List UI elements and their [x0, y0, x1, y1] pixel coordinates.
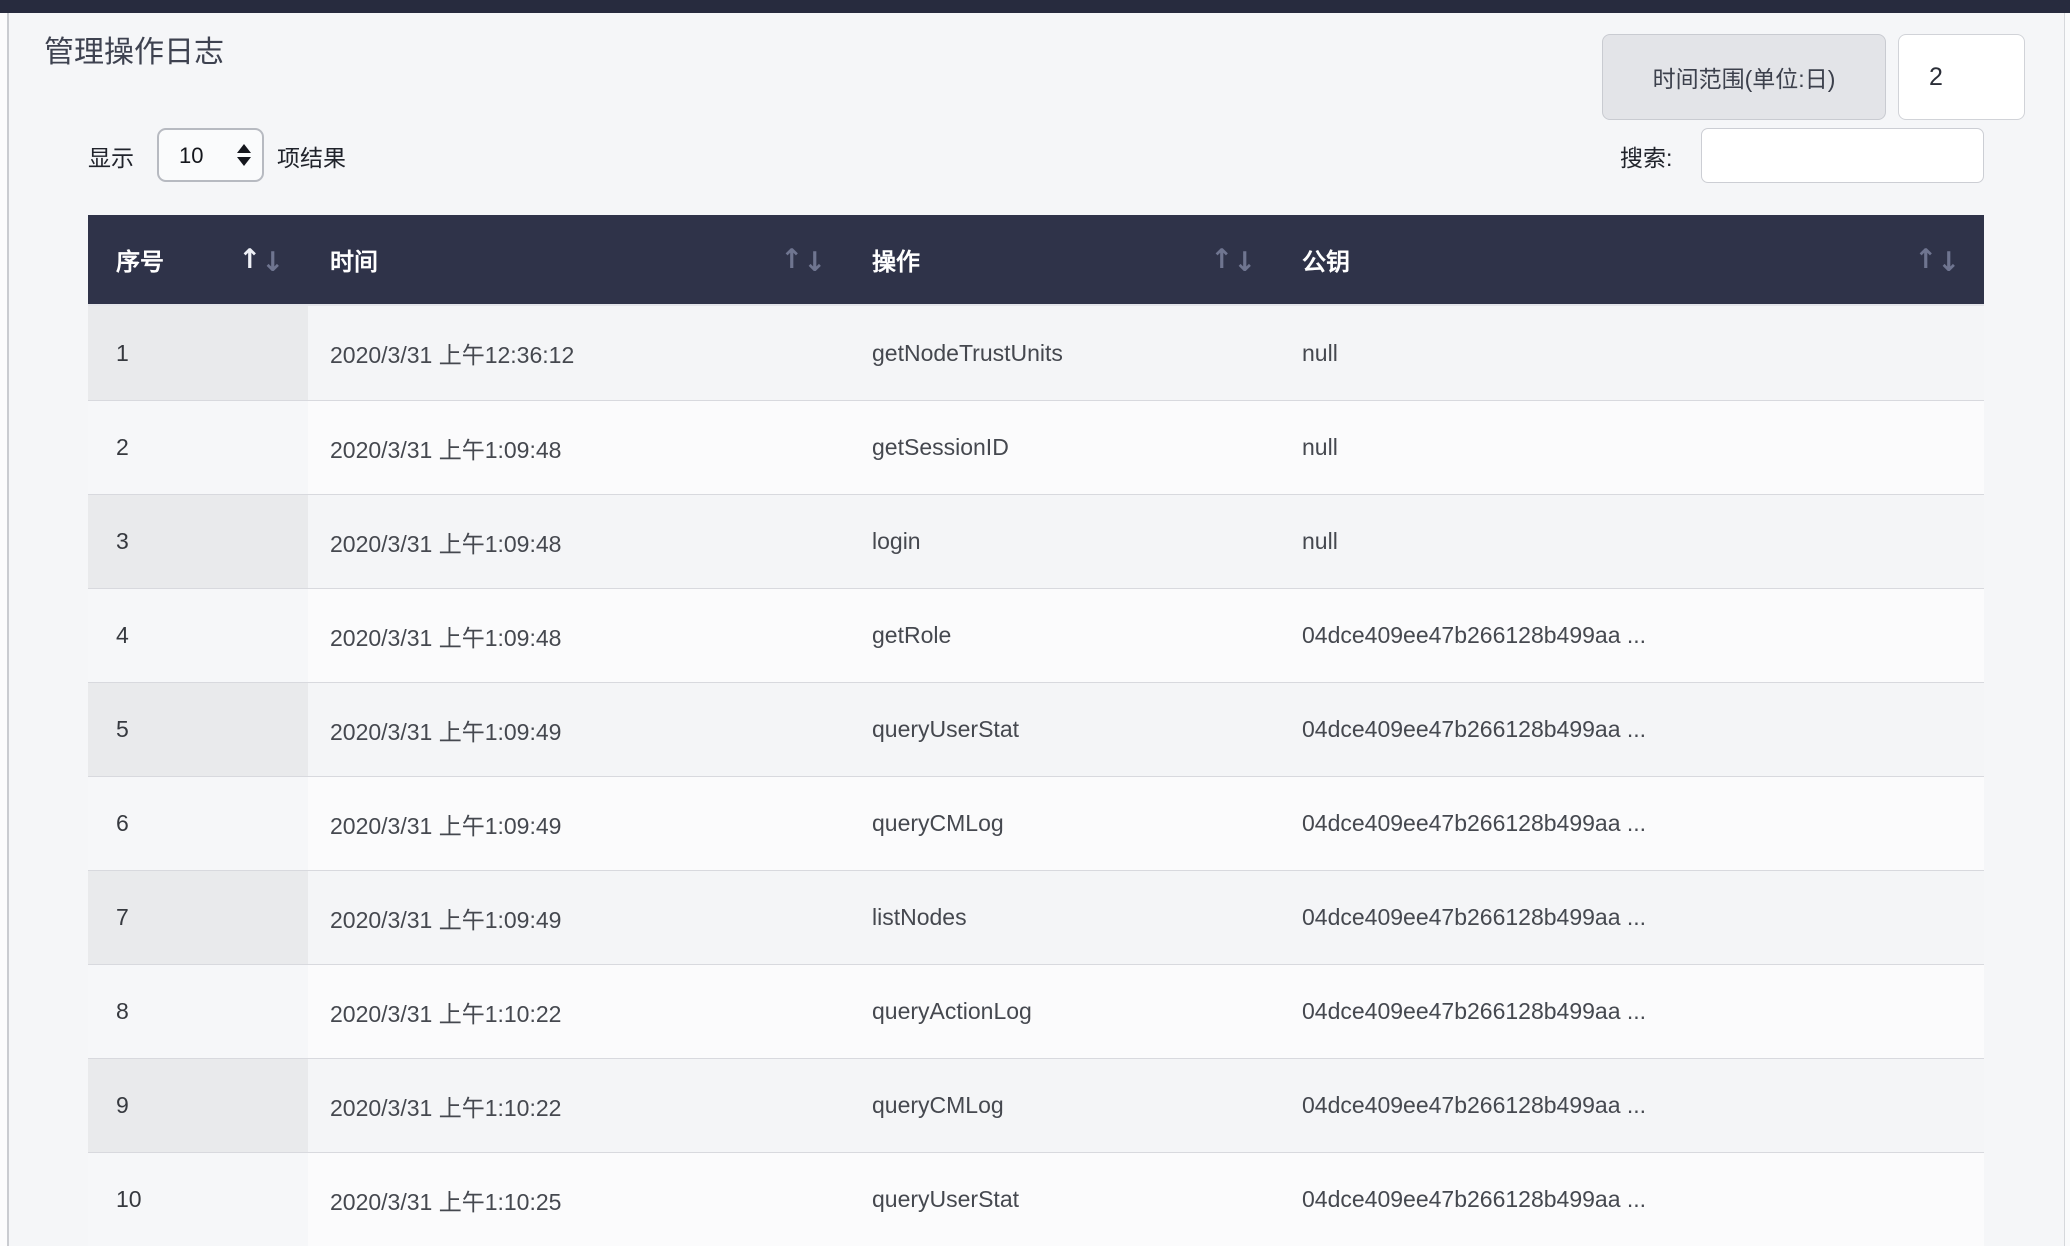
table-row: 4 2020/3/31 上午1:09:48 getRole 04dce409ee…: [88, 588, 1984, 682]
table-header-row: 序号 ↑ ↓ 时间 ↑ ↓ 操作 ↑ ↓ 公钥 ↑ ↓: [88, 215, 1984, 306]
table-row: 6 2020/3/31 上午1:09:49 queryCMLog 04dce40…: [88, 776, 1984, 870]
table-row: 2 2020/3/31 上午1:09:48 getSessionID null: [88, 400, 1984, 494]
cell-public-key: 04dce409ee47b266128b499aa ...: [1280, 965, 1984, 1058]
cell-index: 1: [88, 306, 308, 400]
time-range-input[interactable]: [1898, 34, 2025, 120]
sort-up-arrow-icon: ↑: [238, 246, 261, 273]
operation-log-table: 序号 ↑ ↓ 时间 ↑ ↓ 操作 ↑ ↓ 公钥 ↑ ↓ 1 2020/3/31 …: [88, 215, 1984, 1246]
cell-time: 2020/3/31 上午1:09:48: [308, 495, 850, 588]
sort-down-arrow-icon: ↓: [803, 249, 826, 276]
column-header-public-key[interactable]: 公钥 ↑ ↓: [1280, 215, 1984, 304]
table-body: 1 2020/3/31 上午12:36:12 getNodeTrustUnits…: [88, 306, 1984, 1246]
cell-time: 2020/3/31 上午1:09:49: [308, 871, 850, 964]
cell-index: 7: [88, 871, 308, 964]
sort-icon: ↑ ↓: [1210, 246, 1256, 273]
cell-operation: getNodeTrustUnits: [850, 306, 1280, 400]
cell-public-key: 04dce409ee47b266128b499aa ...: [1280, 1059, 1984, 1152]
cell-operation: listNodes: [850, 871, 1280, 964]
cell-index: 2: [88, 401, 308, 494]
table-row: 3 2020/3/31 上午1:09:48 login null: [88, 494, 1984, 588]
cell-public-key: 04dce409ee47b266128b499aa ...: [1280, 777, 1984, 870]
cell-operation: login: [850, 495, 1280, 588]
cell-index: 5: [88, 683, 308, 776]
cell-public-key: 04dce409ee47b266128b499aa ...: [1280, 871, 1984, 964]
cell-public-key: null: [1280, 495, 1984, 588]
search-input[interactable]: [1701, 128, 1984, 183]
column-header-label: 操作: [872, 242, 920, 277]
sort-icon: ↑ ↓: [1914, 246, 1960, 273]
cell-index: 10: [88, 1153, 308, 1246]
column-header-index[interactable]: 序号 ↑ ↓: [88, 215, 308, 304]
cell-index: 8: [88, 965, 308, 1058]
table-row: 1 2020/3/31 上午12:36:12 getNodeTrustUnits…: [88, 306, 1984, 400]
cell-time: 2020/3/31 上午1:10:22: [308, 1059, 850, 1152]
cell-operation: getSessionID: [850, 401, 1280, 494]
time-range-label: 时间范围(单位:日): [1602, 34, 1886, 120]
cell-operation: queryCMLog: [850, 777, 1280, 870]
page-title: 管理操作日志: [44, 27, 224, 71]
cell-time: 2020/3/31 上午1:10:25: [308, 1153, 850, 1246]
table-row: 7 2020/3/31 上午1:09:49 listNodes 04dce409…: [88, 870, 1984, 964]
right-page-gutter: [2064, 13, 2070, 1246]
cell-public-key: 04dce409ee47b266128b499aa ...: [1280, 1153, 1984, 1246]
cell-public-key: 04dce409ee47b266128b499aa ...: [1280, 589, 1984, 682]
sort-up-arrow-icon: ↑: [780, 246, 803, 273]
cell-operation: queryCMLog: [850, 1059, 1280, 1152]
cell-index: 6: [88, 777, 308, 870]
sort-up-arrow-icon: ↑: [1914, 246, 1937, 273]
column-header-label: 公钥: [1302, 242, 1350, 277]
sort-icon: ↑ ↓: [238, 246, 284, 273]
cell-time: 2020/3/31 上午12:36:12: [308, 306, 850, 400]
cell-operation: queryActionLog: [850, 965, 1280, 1058]
sort-down-arrow-icon: ↓: [1233, 249, 1256, 276]
cell-index: 4: [88, 589, 308, 682]
sort-icon: ↑ ↓: [780, 246, 826, 273]
sort-down-arrow-icon: ↓: [1937, 249, 1960, 276]
sort-down-arrow-icon: ↓: [261, 249, 284, 276]
column-header-operation[interactable]: 操作 ↑ ↓: [850, 215, 1280, 304]
cell-time: 2020/3/31 上午1:10:22: [308, 965, 850, 1058]
cell-public-key: 04dce409ee47b266128b499aa ...: [1280, 683, 1984, 776]
table-row: 10 2020/3/31 上午1:10:25 queryUserStat 04d…: [88, 1152, 1984, 1246]
top-navigation-bar: [0, 0, 2070, 13]
cell-operation: queryUserStat: [850, 683, 1280, 776]
cell-time: 2020/3/31 上午1:09:48: [308, 589, 850, 682]
cell-operation: queryUserStat: [850, 1153, 1280, 1246]
page-size-select[interactable]: 10: [157, 128, 264, 182]
cell-time: 2020/3/31 上午1:09:48: [308, 401, 850, 494]
cell-public-key: null: [1280, 401, 1984, 494]
table-row: 5 2020/3/31 上午1:09:49 queryUserStat 04dc…: [88, 682, 1984, 776]
cell-time: 2020/3/31 上午1:09:49: [308, 683, 850, 776]
table-row: 8 2020/3/31 上午1:10:22 queryActionLog 04d…: [88, 964, 1984, 1058]
search-label: 搜索:: [1620, 139, 1672, 173]
table-row: 9 2020/3/31 上午1:10:22 queryCMLog 04dce40…: [88, 1058, 1984, 1152]
cell-time: 2020/3/31 上午1:09:49: [308, 777, 850, 870]
left-page-gutter: [0, 13, 9, 1246]
column-header-label: 序号: [116, 242, 164, 277]
cell-public-key: null: [1280, 306, 1984, 400]
cell-index: 9: [88, 1059, 308, 1152]
page-size-results-label: 项结果: [277, 139, 346, 173]
column-header-label: 时间: [330, 242, 378, 277]
page-size-select-wrap[interactable]: 10: [157, 128, 264, 182]
cell-operation: getRole: [850, 589, 1280, 682]
column-header-time[interactable]: 时间 ↑ ↓: [308, 215, 850, 304]
page-size-show-label: 显示: [88, 139, 134, 173]
cell-index: 3: [88, 495, 308, 588]
sort-up-arrow-icon: ↑: [1210, 246, 1233, 273]
